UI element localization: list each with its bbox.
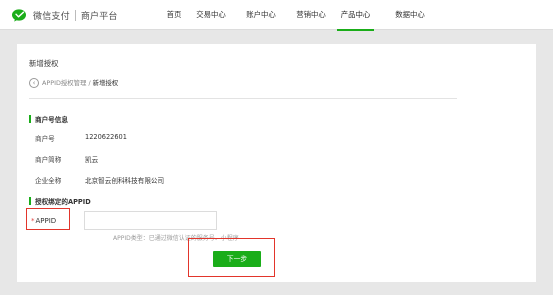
logo-text: 微信支付 [33, 11, 70, 22]
header-divider [29, 98, 457, 99]
merchant-short-name-value: 凯云 [85, 156, 99, 164]
back-chevron-icon[interactable]: ‹ [29, 77, 39, 88]
company-full-name-value: 北京智云创科科技有限公司 [85, 177, 165, 185]
merchant-info-section-title: 商户号信息 [29, 114, 68, 124]
breadcrumb-separator: / [88, 78, 91, 87]
merchant-id-value: 1220622601 [85, 133, 127, 141]
required-mark: * [31, 217, 35, 225]
next-step-button[interactable]: 下一步 [213, 251, 261, 267]
appid-section-title: 授权绑定的APPID [29, 196, 91, 206]
nav-trade-center[interactable]: 交易中心 [196, 0, 226, 30]
top-navigation-bar: 微信支付 商户平台 首页 交易中心 账户中心 营销中心 产品中心 数据中心 [0, 0, 553, 31]
nav-home[interactable]: 首页 [163, 0, 185, 30]
breadcrumb-parent-link[interactable]: APPID授权管理 [42, 78, 86, 87]
wechat-pay-icon [12, 8, 30, 22]
merchant-short-name-label: 商户简称 [35, 156, 62, 164]
breadcrumb: ‹ APPID授权管理 / 新增授权 [29, 77, 118, 88]
nav-marketing-center[interactable]: 营销中心 [296, 0, 326, 30]
active-tab-indicator [337, 29, 374, 31]
nav-account-center[interactable]: 账户中心 [246, 0, 276, 30]
appid-input[interactable] [84, 211, 217, 230]
merchant-id-label: 商户号 [35, 135, 55, 143]
section-accent-bar [29, 197, 31, 205]
wechat-pay-logo[interactable]: 微信支付 商户平台 [12, 8, 118, 22]
breadcrumb-current: 新增授权 [92, 79, 119, 87]
platform-text: 商户平台 [80, 11, 118, 22]
logo-divider [74, 9, 76, 21]
appid-label: *APPID [31, 217, 57, 225]
page-title: 新增授权 [29, 59, 59, 68]
content-card: 新增授权 ‹ APPID授权管理 / 新增授权 商户号信息 商户号 122062… [17, 44, 536, 282]
nav-data-center[interactable]: 数据中心 [395, 0, 425, 30]
company-full-name-label: 企业全称 [35, 177, 62, 185]
nav-product-center[interactable]: 产品中心 [337, 0, 374, 31]
section-accent-bar [29, 115, 31, 123]
